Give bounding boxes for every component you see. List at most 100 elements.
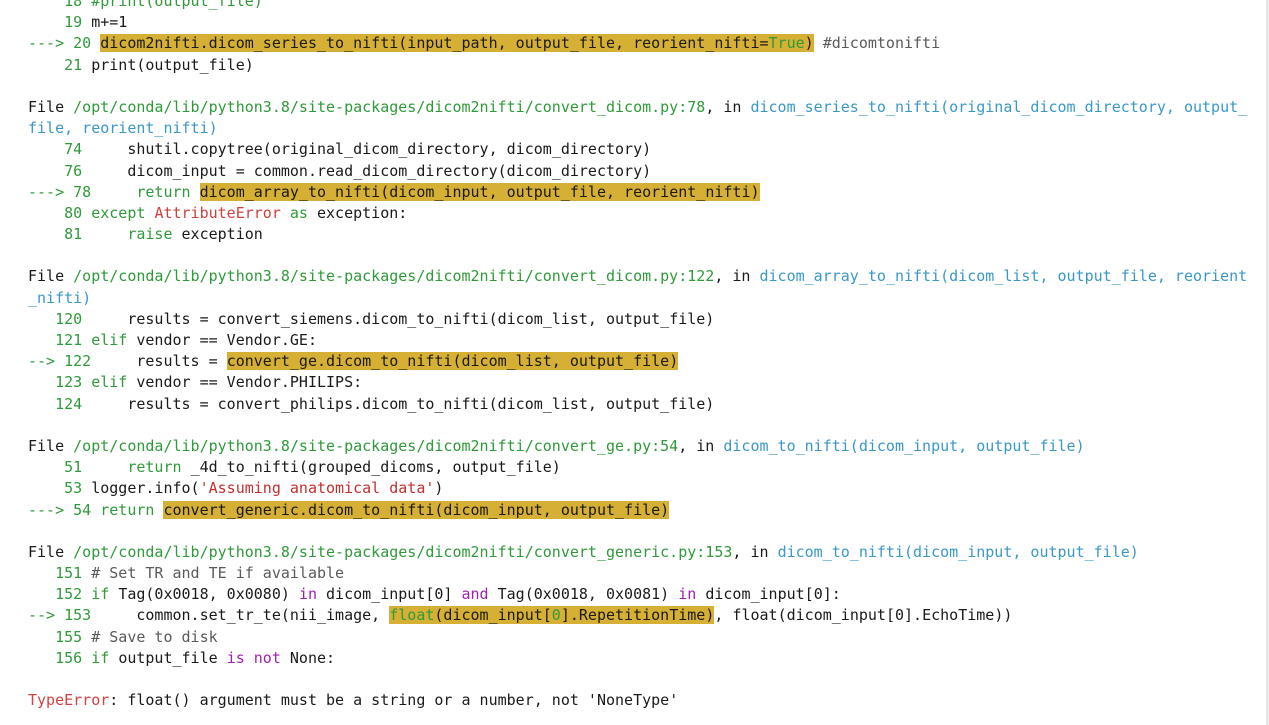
operator-keyword: and — [461, 585, 489, 604]
line-number: 123 — [28, 373, 92, 392]
line-number: 74 — [28, 140, 92, 159]
code-line-124: 124 results = convert_philips.dicom_to_n… — [28, 394, 1250, 415]
operator-keyword: in — [678, 585, 697, 604]
code-text: common.set_tr_te(nii_image, — [100, 606, 390, 625]
code-line-21: 21 print(output_file) — [28, 55, 1250, 76]
code-text: dicom_input[0]: — [696, 585, 841, 604]
code-text: Tag(0x0018, 0x0080) — [118, 585, 299, 604]
line-number: 120 — [28, 309, 92, 328]
file-label: File — [28, 436, 74, 455]
arrow-line-number: ---> 78 — [28, 182, 101, 201]
code-comment: #dicomtonifti — [813, 34, 941, 53]
code-line-122-current: --> 122 results = convert_ge.dicom_to_ni… — [28, 351, 1250, 372]
highlighted-code: convert_generic.dicom_to_nifti(dicom_inp… — [163, 500, 670, 519]
keyword: if — [91, 585, 119, 604]
line-number: 152 — [28, 585, 92, 604]
arrow-line-number: --> 122 — [28, 352, 101, 371]
file-label: File — [28, 267, 74, 286]
line-number: 151 — [28, 564, 92, 583]
code-line-80: 80 except AttributeError as exception: — [28, 203, 1250, 224]
line-number: 53 — [28, 479, 92, 498]
highlighted-code: dicom2nifti.dicom_series_to_nifti(input_… — [100, 34, 769, 53]
code-line-20-current: ---> 20 dicom2nifti.dicom_series_to_nift… — [28, 33, 1250, 54]
code-text: vendor == Vendor.GE: — [136, 331, 317, 349]
code-text: output_file — [118, 648, 227, 667]
highlighted-code: ) — [804, 34, 814, 53]
code-text: logger.info( — [91, 479, 200, 498]
code-line-153-current: --> 153 common.set_tr_te(nii_image, floa… — [28, 605, 1250, 626]
operator-keyword: in — [298, 585, 317, 604]
error-message: : float() argument must be a string or a… — [109, 691, 679, 710]
code-line-151: 151 # Set TR and TE if available — [28, 563, 1250, 584]
file-path: /opt/conda/lib/python3.8/site-packages/d… — [73, 436, 679, 455]
frame-header-continuation: _nifti) — [28, 288, 1250, 309]
function-signature: dicom_to_nifti(dicom_input, output_file) — [723, 436, 1085, 455]
code-text: results = convert_siemens.dicom_to_nifti… — [91, 309, 715, 328]
code-line-18: 18 #print(output_file) — [28, 0, 1250, 12]
code-text: dicom_input = common.read_dicom_director… — [91, 161, 652, 180]
in-label: , in — [714, 267, 760, 286]
code-line-155: 155 # Save to disk — [28, 627, 1250, 648]
line-number: 76 — [28, 161, 92, 180]
code-line-156: 156 if output_file is not None: — [28, 648, 1250, 669]
highlighted-code: convert_ge.dicom_to_nifti(dicom_list, ou… — [226, 352, 679, 371]
keyword: as — [280, 203, 317, 222]
code-line-152: 152 if Tag(0x0018, 0x0080) in dicom_inpu… — [28, 584, 1250, 605]
arrow-line-number: ---> 54 — [28, 500, 101, 519]
code-comment: # Set TR and TE if available — [91, 564, 345, 583]
arrow-line-number: ---> 20 — [28, 34, 101, 53]
code-line-81: 81 raise exception — [28, 224, 1250, 245]
error-line: TypeError: float() argument must be a st… — [28, 690, 1250, 711]
code-text: , float(dicom_input[0].EchoTime)) — [714, 606, 1013, 625]
function-signature: dicom_series_to_nifti(original_dicom_dir… — [750, 97, 1248, 116]
traceback-output: 18 #print(output_file) 19 m+=1 ---> 20 di… — [28, 0, 1250, 711]
line-number: 80 — [28, 203, 92, 222]
keyword: return — [100, 500, 164, 519]
line-number: 19 — [28, 13, 92, 32]
in-label: , in — [705, 97, 751, 116]
code-text: print(output_file) — [91, 55, 254, 74]
string-literal: 'Assuming anatomical data' — [199, 479, 435, 498]
line-number: 81 — [28, 225, 92, 244]
code-line-51: 51 return _4d_to_nifti(grouped_dicoms, o… — [28, 457, 1250, 478]
code-text: Tag(0x0018, 0x0081) — [488, 585, 679, 604]
keyword: if — [91, 648, 119, 667]
keyword: return — [91, 458, 191, 477]
highlighted-keyword: True — [768, 34, 805, 53]
function-signature-cont: _nifti) — [28, 288, 92, 307]
code-line-19: 19 m+=1 — [28, 12, 1250, 33]
keyword: return — [100, 182, 200, 201]
code-text: _4d_to_nifti(grouped_dicoms, output_file… — [190, 458, 561, 477]
line-number: 121 — [28, 331, 92, 349]
frame-header-convert-dicom-122: File /opt/conda/lib/python3.8/site-packa… — [28, 266, 1250, 287]
code-text: shutil.copytree(original_dicom_directory… — [91, 140, 652, 159]
line-number: 21 — [28, 55, 92, 74]
operator-keyword: is not — [226, 648, 281, 667]
code-line-76: 76 dicom_input = common.read_dicom_direc… — [28, 161, 1250, 182]
code-text: exception — [181, 225, 263, 244]
exception-name: AttributeError — [154, 203, 281, 222]
code-text: dicom_input[0] — [317, 585, 462, 604]
highlighted-code: dicom_array_to_nifti(dicom_input, output… — [199, 182, 760, 201]
code-text: m+=1 — [91, 13, 128, 32]
code-text: ) — [434, 479, 444, 498]
file-label: File — [28, 97, 74, 116]
highlighted-code: ].RepetitionTime) — [560, 606, 715, 625]
code-line-53: 53 logger.info('Assuming anatomical data… — [28, 478, 1250, 499]
frame-header-continuation: file, reorient_nifti) — [28, 118, 1250, 139]
function-signature: dicom_array_to_nifti(dicom_list, output_… — [759, 267, 1248, 286]
frame-header-convert-dicom-78: File /opt/conda/lib/python3.8/site-packa… — [28, 97, 1250, 118]
in-label: , in — [732, 542, 778, 561]
highlighted-code: (dicom_input[ — [434, 606, 552, 625]
line-number: 51 — [28, 458, 92, 477]
function-signature-cont: file, reorient_nifti) — [28, 119, 218, 138]
file-label: File — [28, 542, 74, 561]
line-number: 155 — [28, 627, 92, 646]
file-path: /opt/conda/lib/python3.8/site-packages/d… — [73, 542, 733, 561]
line-18-text: 18 #print(output_file) — [28, 0, 263, 10]
code-text: results = — [100, 352, 227, 371]
code-line-54-current: ---> 54 return convert_generic.dicom_to_… — [28, 500, 1250, 521]
